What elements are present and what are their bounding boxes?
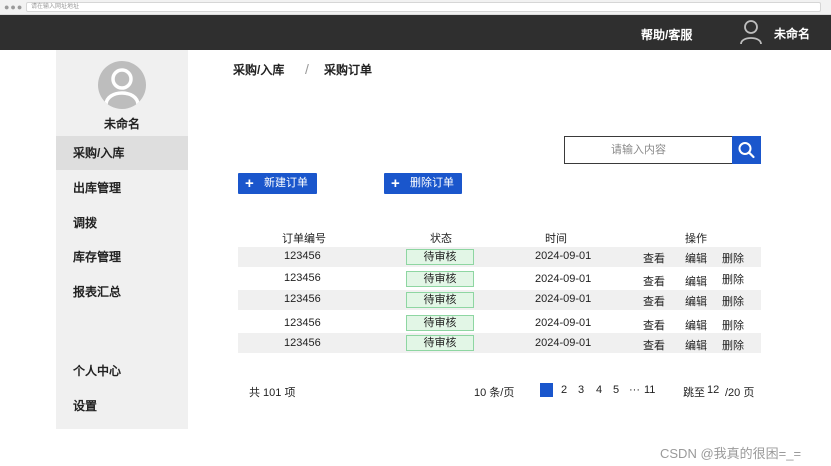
search-icon bbox=[738, 142, 755, 159]
edit-button[interactable]: 编辑 bbox=[685, 273, 707, 289]
delete-button[interactable]: 删除 bbox=[722, 250, 744, 266]
sidebar-item-outbound[interactable]: 出库管理 bbox=[56, 171, 188, 205]
address-bar[interactable]: 请在输入网址地址 bbox=[26, 2, 821, 12]
status-badge: 待审核 bbox=[406, 292, 474, 308]
page-link[interactable]: 4 bbox=[596, 384, 602, 396]
delete-button[interactable]: 删除 bbox=[722, 317, 744, 333]
delete-order-button[interactable]: + 删除订单 bbox=[384, 173, 462, 194]
edit-button[interactable]: 编辑 bbox=[685, 293, 707, 309]
view-button[interactable]: 查看 bbox=[643, 337, 665, 353]
sidebar: 未命名 采购/入库 出库管理 调拨 库存管理 报表汇总 个人中心 设置 bbox=[56, 50, 188, 429]
search-box bbox=[564, 136, 733, 164]
status-badge: 待审核 bbox=[406, 335, 474, 351]
breadcrumb-level1[interactable]: 采购/入库 bbox=[233, 61, 284, 78]
status-badge: 待审核 bbox=[406, 271, 474, 287]
view-button[interactable]: 查看 bbox=[643, 293, 665, 309]
status-badge: 待审核 bbox=[406, 315, 474, 331]
delete-button[interactable]: 删除 bbox=[722, 271, 744, 287]
sidebar-item-settings[interactable]: 设置 bbox=[56, 389, 188, 423]
table-row: 123456 待审核 2024-09-01 查看 编辑 删除 bbox=[238, 247, 761, 267]
search-input[interactable] bbox=[565, 137, 732, 163]
view-button[interactable]: 查看 bbox=[643, 250, 665, 266]
time-cell: 2024-09-01 bbox=[535, 293, 592, 305]
order-id-cell: 123456 bbox=[284, 293, 321, 305]
page-link[interactable]: 5 bbox=[613, 384, 619, 396]
time-cell: 2024-09-01 bbox=[535, 250, 592, 262]
new-order-label: 新建订单 bbox=[264, 177, 308, 189]
page-current[interactable] bbox=[540, 383, 553, 397]
view-button[interactable]: 查看 bbox=[643, 317, 665, 333]
sidebar-item-reports[interactable]: 报表汇总 bbox=[56, 275, 188, 309]
order-id-cell: 123456 bbox=[284, 337, 321, 349]
search-button[interactable] bbox=[732, 136, 761, 164]
window-dots-icon: ●●● bbox=[4, 2, 24, 12]
sidebar-item-transfer[interactable]: 调拨 bbox=[56, 206, 188, 240]
page-link[interactable]: 3 bbox=[578, 384, 584, 396]
watermark: CSDN @我真的很困=_= bbox=[660, 446, 802, 461]
column-header-status[interactable]: 状态 bbox=[430, 230, 452, 246]
page-size-select[interactable]: 10 条/页 bbox=[474, 384, 514, 400]
total-pages: /20 页 bbox=[725, 387, 755, 399]
new-order-button[interactable]: + 新建订单 bbox=[238, 173, 317, 194]
total-count: 共 101 项 bbox=[249, 387, 296, 399]
page-link[interactable]: 2 bbox=[561, 384, 567, 396]
browser-bar: ●●● 请在输入网址地址 bbox=[0, 0, 831, 15]
sidebar-item-purchase[interactable]: 采购/入库 bbox=[56, 136, 188, 170]
user-avatar-icon bbox=[104, 68, 140, 106]
table-row: 123456 待审核 2024-09-01 查看 编辑 删除 bbox=[238, 333, 761, 353]
avatar[interactable] bbox=[98, 61, 146, 109]
view-button[interactable]: 查看 bbox=[643, 273, 665, 289]
edit-button[interactable]: 编辑 bbox=[685, 250, 707, 266]
table-row: 123456 待审核 2024-09-01 查看 编辑 删除 bbox=[238, 290, 761, 310]
table-row: 123456 待审核 2024-09-01 查看 编辑 删除 bbox=[238, 313, 761, 333]
sidebar-item-inventory[interactable]: 库存管理 bbox=[56, 240, 188, 274]
order-id-cell: 123456 bbox=[284, 250, 321, 262]
column-header-order-id[interactable]: 订单编号 bbox=[282, 230, 326, 246]
page-link[interactable]: 11 bbox=[644, 384, 655, 396]
column-header-time[interactable]: 时间 bbox=[545, 230, 567, 246]
plus-icon: + bbox=[245, 175, 254, 192]
jump-label: 跳至 bbox=[683, 387, 705, 399]
order-id-cell: 123456 bbox=[284, 272, 321, 284]
header-username[interactable]: 未命名 bbox=[774, 25, 810, 42]
plus-icon: + bbox=[391, 175, 400, 192]
status-badge: 待审核 bbox=[406, 249, 474, 265]
breadcrumb-level2: 采购订单 bbox=[324, 63, 373, 77]
sidebar-item-profile[interactable]: 个人中心 bbox=[56, 354, 188, 388]
page-ellipsis[interactable]: ··· bbox=[629, 384, 640, 396]
sidebar-username: 未命名 bbox=[103, 117, 140, 131]
table-row: 123456 待审核 2024-09-01 查看 编辑 删除 bbox=[238, 269, 761, 289]
breadcrumb-separator: / bbox=[305, 61, 309, 77]
time-cell: 2024-09-01 bbox=[535, 273, 592, 285]
help-link[interactable]: 帮助/客服 bbox=[641, 26, 692, 43]
top-header: 帮助/客服 未命名 bbox=[0, 15, 831, 50]
delete-button[interactable]: 删除 bbox=[722, 337, 744, 353]
edit-button[interactable]: 编辑 bbox=[685, 317, 707, 333]
user-avatar-icon[interactable] bbox=[740, 19, 762, 45]
order-id-cell: 123456 bbox=[284, 317, 321, 329]
edit-button[interactable]: 编辑 bbox=[685, 337, 707, 353]
delete-order-label: 删除订单 bbox=[410, 177, 454, 189]
time-cell: 2024-09-01 bbox=[535, 337, 592, 349]
time-cell: 2024-09-01 bbox=[535, 317, 592, 329]
jump-input[interactable]: 12 bbox=[707, 384, 719, 396]
delete-button[interactable]: 删除 bbox=[722, 293, 744, 309]
column-header-actions: 操作 bbox=[685, 233, 707, 245]
